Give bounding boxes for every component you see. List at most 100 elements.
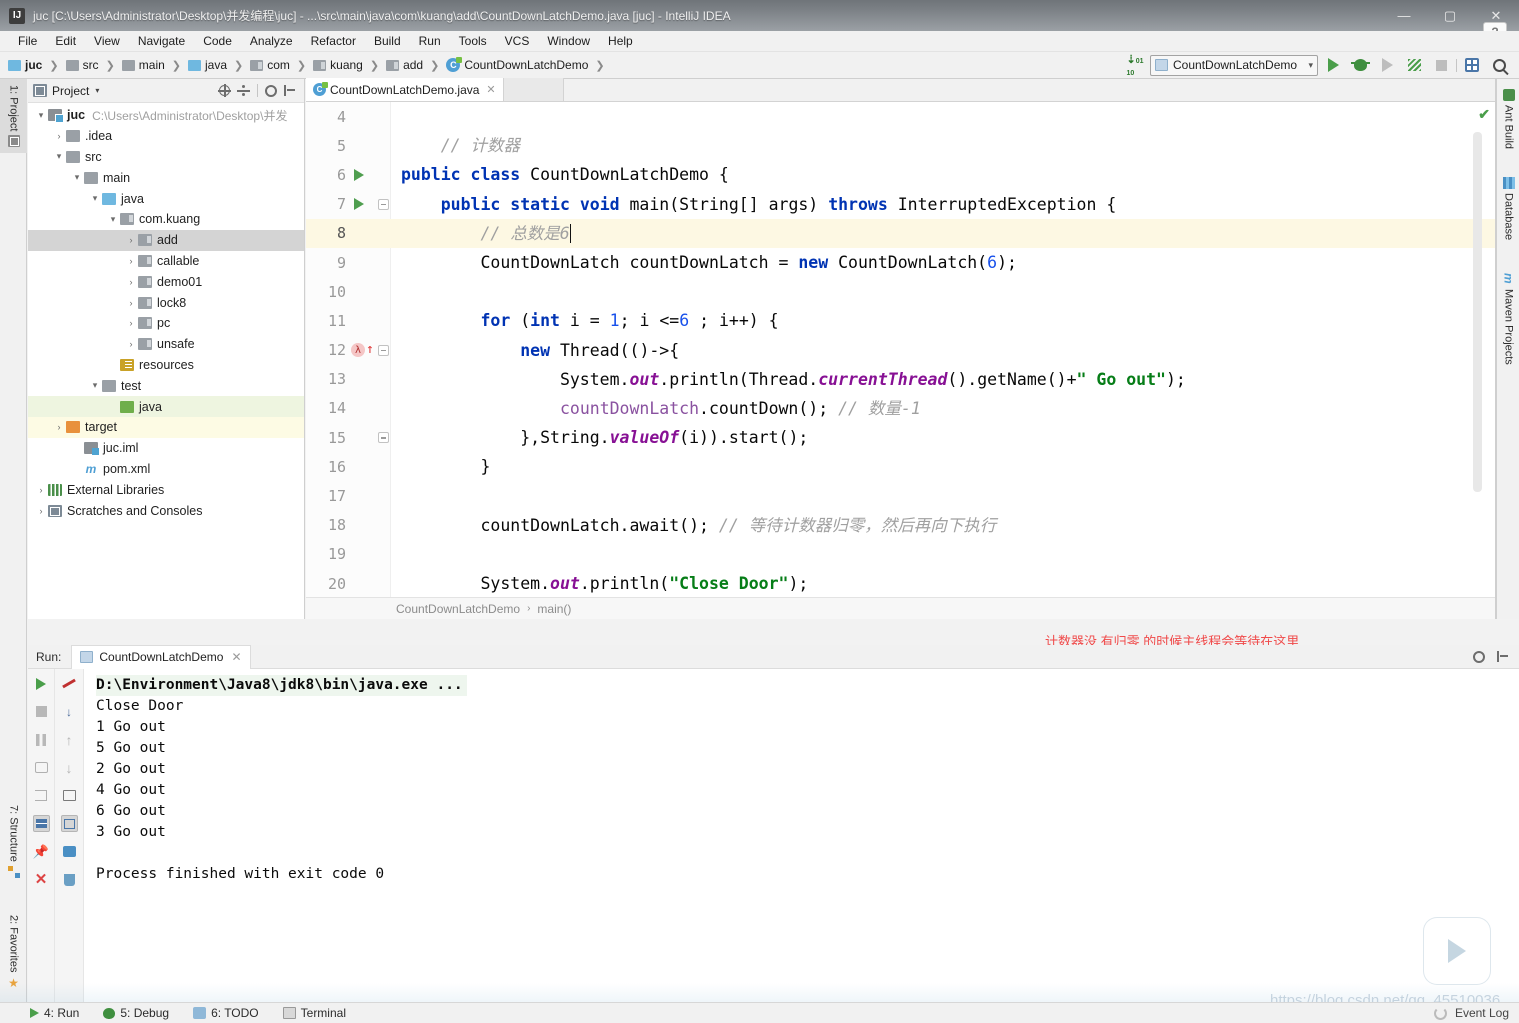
chevron-right-icon[interactable]: › <box>124 256 138 266</box>
tree-node-resources[interactable]: ›resources <box>28 355 304 376</box>
code-line-16[interactable]: } <box>401 452 1495 481</box>
console-output[interactable]: D:\Environment\Java8\jdk8\bin\java.exe .… <box>84 669 1519 1003</box>
close-icon[interactable]: ✕ <box>33 871 50 888</box>
breadcrumb-method-name[interactable]: main() <box>537 602 571 616</box>
breadcrumb-class[interactable]: C CountDownLatchDemo <box>444 57 590 72</box>
tree-node-demo01[interactable]: › demo01 <box>28 271 304 292</box>
close-icon[interactable]: ✕ <box>231 650 241 664</box>
breadcrumb-main[interactable]: main <box>120 58 167 72</box>
gutter-line-20[interactable]: 20 <box>306 569 391 597</box>
status-item-debug[interactable]: 5: Debug <box>103 1006 169 1020</box>
tree-node-com-kuang[interactable]: ▾ com.kuang <box>28 209 304 230</box>
gutter-line-19[interactable]: 19 <box>306 540 391 569</box>
chevron-down-icon[interactable]: ▾ <box>34 110 48 121</box>
code-line-11[interactable]: for (int i = 1; i <=6 ; i++) { <box>401 306 1495 335</box>
run-gutter-icon[interactable] <box>354 198 364 211</box>
implementation-arrow-icon[interactable]: ↑ <box>366 343 374 356</box>
up-icon[interactable]: ↑ <box>61 731 78 748</box>
tree-node-callable[interactable]: › callable <box>28 251 304 272</box>
event-log-button[interactable]: Event Log <box>1455 1006 1509 1020</box>
chevron-down-icon[interactable]: ▾ <box>52 151 66 162</box>
dump-threads-icon[interactable] <box>33 759 50 776</box>
tree-node-test[interactable]: ▾ test <box>28 375 304 396</box>
menu-edit[interactable]: Edit <box>46 32 85 50</box>
layout-button[interactable] <box>1460 54 1484 76</box>
code-line-7[interactable]: public static void main(String[] args) t… <box>401 190 1495 219</box>
chevron-right-icon[interactable]: › <box>124 235 138 245</box>
chevron-right-icon[interactable]: › <box>52 131 66 141</box>
code-line-8[interactable]: // 总数是6 <box>391 218 1495 248</box>
lambda-gutter-icon[interactable]: λ <box>351 343 365 358</box>
chevron-right-icon[interactable]: › <box>124 298 138 308</box>
code-line-10[interactable] <box>401 277 1495 306</box>
run-configuration-selector[interactable]: CountDownLatchDemo ▾ <box>1150 54 1318 76</box>
close-icon[interactable]: ✕ <box>486 83 495 96</box>
run-button[interactable] <box>1321 54 1345 76</box>
inspection-ok-icon[interactable]: ✔ <box>1478 106 1490 123</box>
hide-panel-icon[interactable] <box>284 85 296 96</box>
breadcrumb-class-name[interactable]: CountDownLatchDemo <box>396 602 520 616</box>
minimize-button[interactable]: — <box>1381 0 1427 31</box>
code-line-9[interactable]: CountDownLatch countDownLatch = new Coun… <box>401 248 1495 277</box>
stop-button[interactable] <box>1429 54 1453 76</box>
gutter-line-18[interactable]: 18 <box>306 511 391 540</box>
chevron-down-icon[interactable]: ▾ <box>70 172 84 183</box>
gutter-line-15[interactable]: 15 <box>306 423 391 452</box>
code-line-19[interactable] <box>401 540 1495 569</box>
chevron-right-icon[interactable]: › <box>124 277 138 287</box>
gutter-line-8[interactable]: 8 <box>306 218 391 248</box>
sidebar-item-project[interactable]: 1: Project <box>0 79 27 154</box>
status-item-terminal[interactable]: Terminal <box>282 1006 346 1020</box>
binary-icon[interactable]: ⇣01 10 <box>1123 54 1147 77</box>
collapse-separator-icon[interactable] <box>237 85 250 96</box>
settings-gear-icon[interactable] <box>265 84 277 97</box>
scroll-to-end-icon[interactable]: ↓ <box>61 703 78 720</box>
code-line-17[interactable] <box>401 481 1495 510</box>
tree-node-src[interactable]: ▾ src <box>28 147 304 168</box>
run-gutter-icon[interactable] <box>354 168 364 181</box>
breadcrumb-juc[interactable]: juc <box>6 58 44 72</box>
breadcrumb-src[interactable]: src <box>64 58 101 72</box>
code-line-18[interactable]: countDownLatch.await(); // 等待计数器归零，然后再向下… <box>401 511 1495 540</box>
soft-wrap-icon[interactable] <box>61 675 78 692</box>
gutter-line-12[interactable]: 12 λ ↑ <box>306 336 391 365</box>
tree-node-unsafe[interactable]: › unsafe <box>28 334 304 355</box>
sidebar-item-structure[interactable]: 7: Structure <box>0 799 27 884</box>
tree-node-juc[interactable]: ▾ juc C:\Users\Administrator\Desktop\并发 <box>28 105 304 126</box>
code-line-14[interactable]: countDownLatch.countDown(); // 数量-1 <box>401 394 1495 423</box>
breadcrumb-java[interactable]: java <box>186 58 229 72</box>
chevron-right-icon[interactable]: › <box>34 506 48 516</box>
tree-node-java[interactable]: ▾ java <box>28 188 304 209</box>
run-with-profiler-button[interactable] <box>1375 54 1399 76</box>
resume-icon[interactable] <box>33 787 50 804</box>
chevron-down-icon[interactable]: ▾ <box>106 214 120 225</box>
pause-icon[interactable] <box>33 731 50 748</box>
tree-node-external-libraries[interactable]: › External Libraries <box>28 479 304 500</box>
status-item-run[interactable]: 4: Run <box>30 1006 79 1020</box>
fold-toggle-icon[interactable] <box>378 344 389 356</box>
status-item-todo[interactable]: 6: TODO <box>193 1006 259 1020</box>
stop-icon[interactable] <box>33 703 50 720</box>
scroll-lock-icon[interactable] <box>60 815 78 832</box>
menu-analyze[interactable]: Analyze <box>241 32 302 50</box>
chevron-down-icon[interactable]: ▾ <box>95 86 99 95</box>
print-stack-icon[interactable] <box>61 787 78 804</box>
sidebar-item-maven-projects[interactable]: m Maven Projects <box>1497 267 1519 371</box>
fold-toggle-icon[interactable] <box>378 198 389 210</box>
breadcrumb-com[interactable]: com <box>248 58 292 72</box>
menu-run[interactable]: Run <box>410 32 450 50</box>
menu-build[interactable]: Build <box>365 32 410 50</box>
run-tab-countdownlatchdemo[interactable]: CountDownLatchDemo ✕ <box>71 644 251 669</box>
code-line-15[interactable]: },String.valueOf(i)).start(); <box>401 423 1495 452</box>
code-line-5[interactable]: // 计数器 <box>401 131 1495 160</box>
editor-tab-countdownlatchdemo[interactable]: C CountDownLatchDemo.java ✕ <box>306 78 504 101</box>
down-icon[interactable]: ↓ <box>61 759 78 776</box>
chevron-down-icon[interactable]: ▾ <box>88 380 102 391</box>
code-editor[interactable]: 456789101112λ↑131415161718192021 // 计数器p… <box>306 102 1495 597</box>
menu-file[interactable]: File <box>9 32 46 50</box>
gutter-line-5[interactable]: 5 <box>306 131 391 160</box>
code-line-12[interactable]: new Thread(()->{ <box>401 336 1495 365</box>
gutter-line-6[interactable]: 6 <box>306 160 391 189</box>
clear-all-icon[interactable] <box>61 871 78 888</box>
maximize-button[interactable]: ▢ <box>1427 0 1473 31</box>
